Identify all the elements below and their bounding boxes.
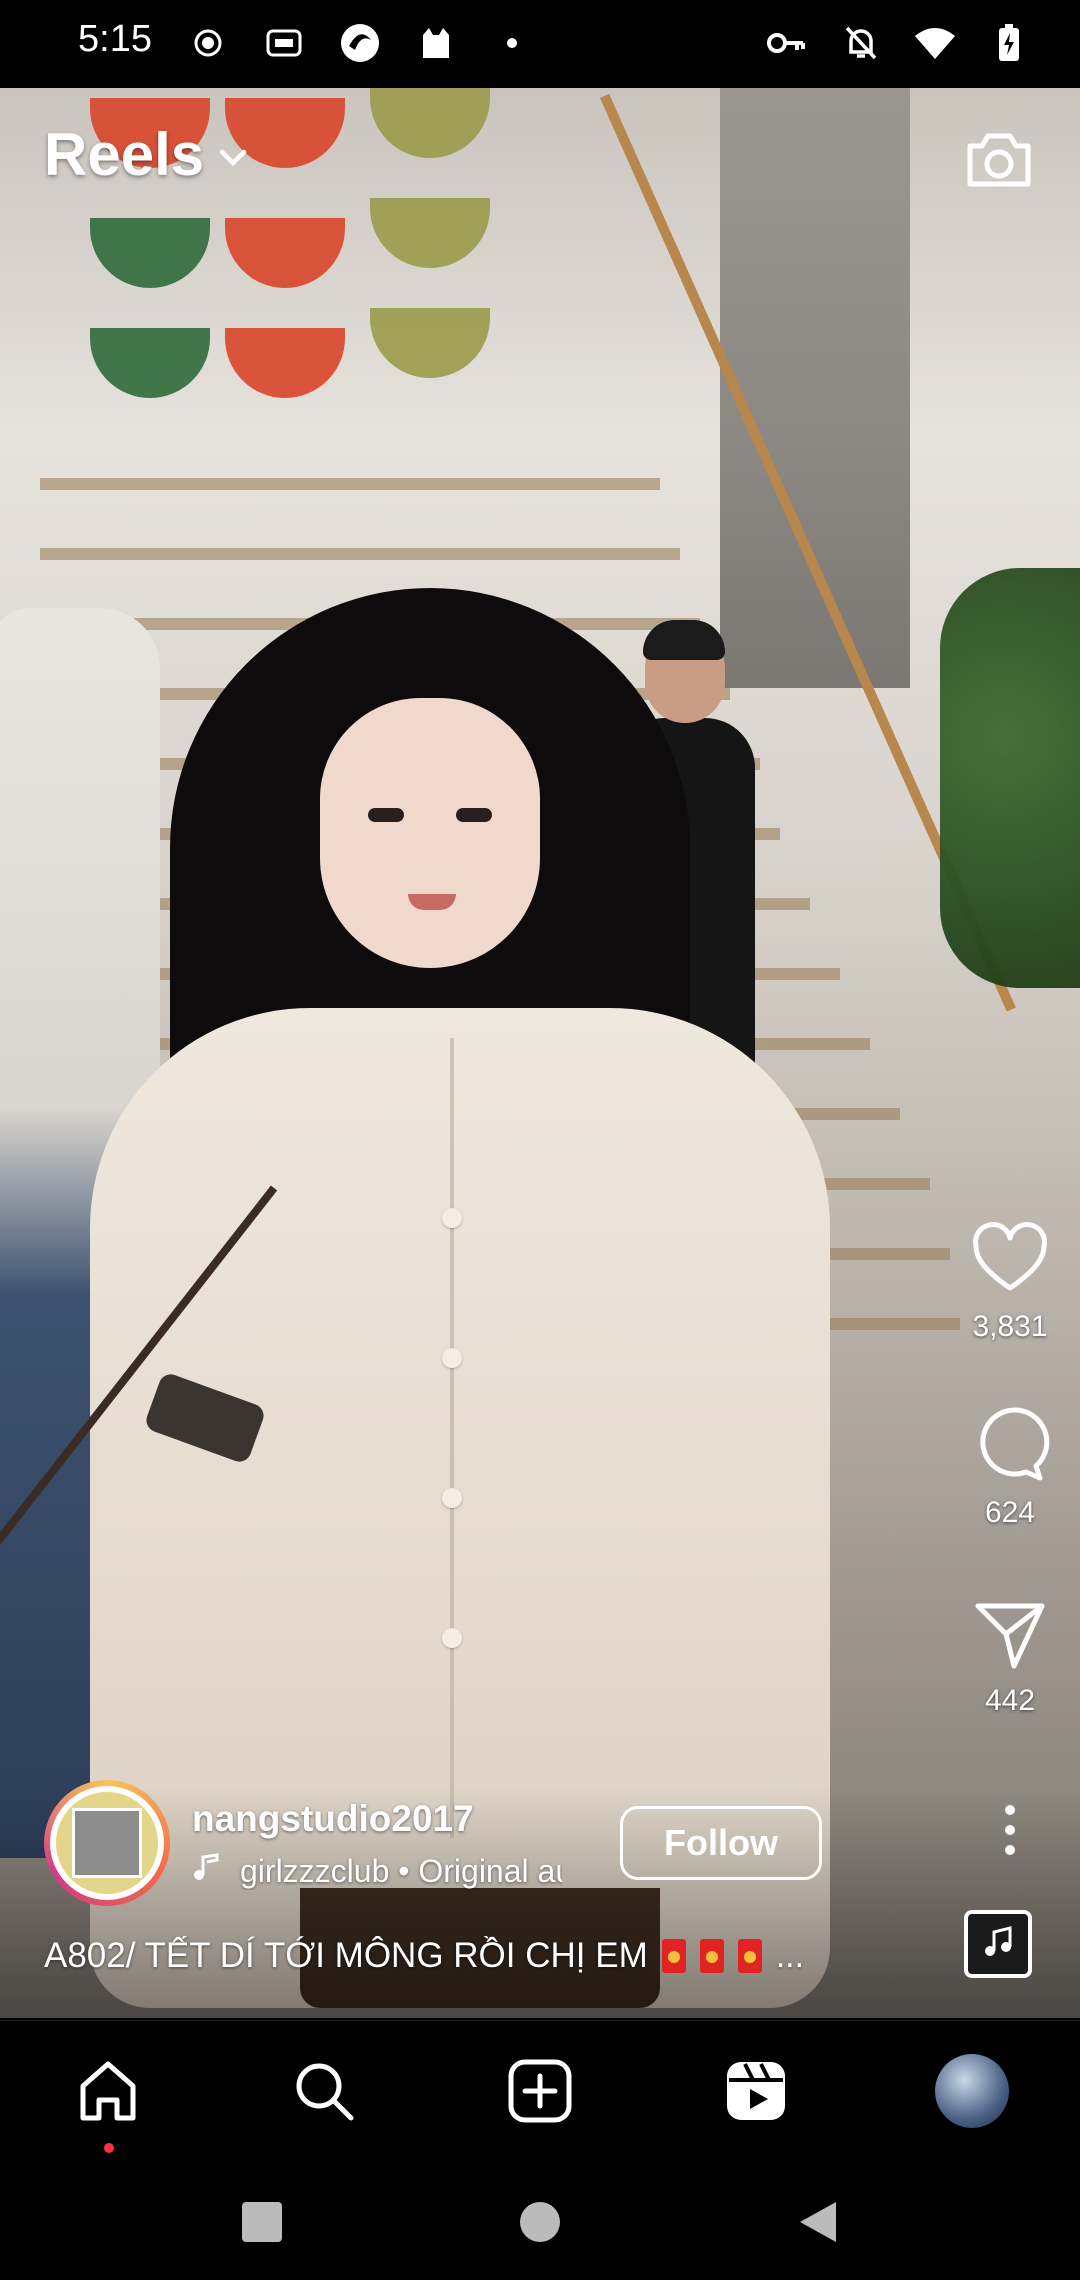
more-vertical-icon	[970, 1790, 1050, 1870]
audio-label: girlzzzclub • Original audio	[240, 1852, 562, 1889]
comment-button[interactable]: 624	[940, 1406, 1080, 1530]
reel-video[interactable]	[0, 88, 1080, 2018]
wifi-icon	[912, 20, 958, 66]
record-icon	[185, 20, 231, 66]
system-navigation-bar	[0, 2160, 1080, 2280]
author-username[interactable]: nangstudio2017	[192, 1798, 474, 1840]
profile-avatar[interactable]	[932, 2051, 1012, 2131]
notification-dot	[104, 2143, 114, 2153]
reels-screen: 5:15 Reels 3,831 624 442 nangstudio2017 …	[0, 0, 1080, 2280]
music-note-icon	[980, 1924, 1016, 1965]
author-avatar[interactable]	[44, 1780, 170, 1906]
reels-icon[interactable]	[716, 2051, 796, 2131]
send-icon	[970, 1594, 1050, 1674]
reels-title-dropdown[interactable]: Reels	[44, 120, 250, 189]
red-envelope-icon	[699, 1939, 724, 1973]
music-note-icon	[192, 1852, 222, 1890]
search-icon[interactable]	[284, 2051, 364, 2131]
status-time: 5:15	[78, 18, 152, 60]
comment-count: 624	[984, 1496, 1036, 1529]
audio-attribution[interactable]: girlzzzclub • Original audio	[192, 1852, 562, 1890]
follow-button[interactable]: Follow	[620, 1806, 822, 1880]
home-button[interactable]	[510, 2192, 570, 2252]
audio-track-thumbnail[interactable]	[964, 1910, 1032, 1978]
more-options-button[interactable]	[940, 1790, 1080, 1870]
red-envelope-icon	[737, 1939, 762, 1973]
comment-icon	[970, 1406, 1050, 1486]
camera-icon[interactable]	[962, 122, 1036, 196]
background-plant	[940, 568, 1080, 988]
back-button[interactable]	[788, 2192, 848, 2252]
reel-caption[interactable]: A802/ TẾT DÍ TỚI MÔNG RỒI CHỊ EM ...	[44, 1936, 884, 1976]
like-button[interactable]: 3,831	[940, 1220, 1080, 1344]
iqiyi-icon	[261, 20, 307, 66]
caption-text: A802/ TẾT DÍ TỚI MÔNG RỒI CHỊ EM	[44, 1936, 648, 1975]
share-count: 442	[984, 1684, 1036, 1717]
home-icon[interactable]	[68, 2051, 148, 2153]
notifications-off-icon	[838, 20, 884, 66]
battery-charging-icon	[986, 20, 1032, 66]
share-button[interactable]: 442	[940, 1594, 1080, 1718]
dot-icon	[489, 20, 535, 66]
key-icon	[764, 20, 810, 66]
heart-icon	[970, 1220, 1050, 1300]
recents-button[interactable]	[232, 2192, 292, 2252]
avatar-logo	[72, 1808, 142, 1878]
app-swirl-icon	[337, 20, 383, 66]
red-envelope-icon	[661, 1939, 686, 1973]
create-icon[interactable]	[500, 2051, 580, 2131]
page-title: Reels	[44, 121, 205, 188]
caption-more[interactable]: ...	[776, 1937, 804, 1976]
status-bar: 5:15	[0, 0, 1080, 88]
like-count: 3,831	[972, 1310, 1048, 1343]
chevron-down-icon	[216, 120, 250, 189]
bottom-tab-bar	[0, 2020, 1080, 2160]
cat-icon	[413, 20, 459, 66]
